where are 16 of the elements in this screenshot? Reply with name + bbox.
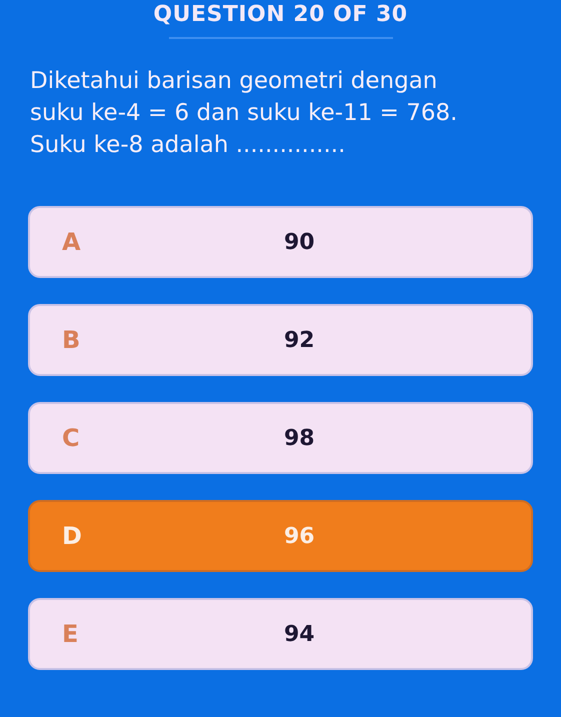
answer-option[interactable]: C 98 [28,402,533,474]
option-value: 96 [283,524,316,548]
option-value: 92 [283,328,316,352]
question-counter: QUESTION 20 OF 30 [152,2,409,27]
option-letter: A [61,228,82,256]
option-letter: B [61,326,82,354]
answer-option[interactable]: A 90 [28,206,533,278]
option-value: 98 [283,426,316,450]
option-value: 94 [283,622,316,646]
option-letter: C [61,424,81,452]
question-text: Diketahui barisan geometri dengan suku ke-4 = 6 dan suku ke-11 = 768. Suku ke-8 adalah ............... [30,67,458,160]
option-letter: D [61,522,83,550]
answer-option[interactable]: B 92 [28,304,533,376]
option-letter: E [61,620,80,648]
answer-option[interactable]: E 94 [28,598,533,670]
option-value: 90 [283,230,316,254]
